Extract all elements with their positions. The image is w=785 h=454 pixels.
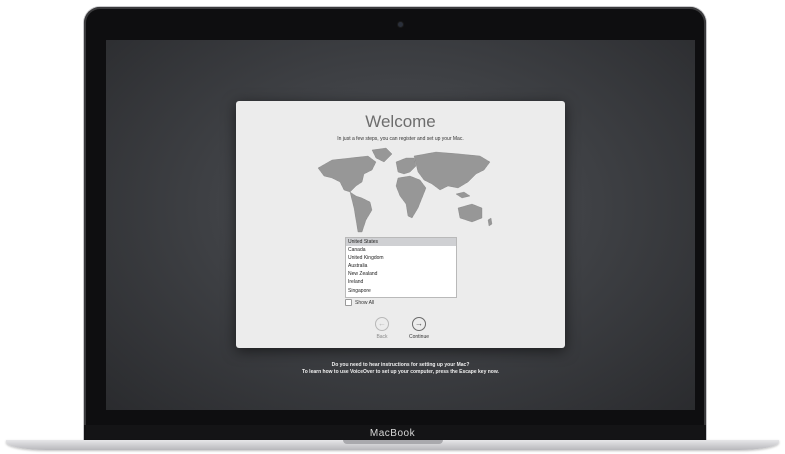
dialog-title: Welcome bbox=[365, 112, 436, 131]
list-item[interactable]: United States bbox=[346, 238, 456, 247]
dialog-subtitle: In just a few steps, you can register an… bbox=[337, 136, 464, 142]
show-all-label: Show All bbox=[355, 299, 375, 306]
list-item[interactable]: United Kingdom bbox=[346, 254, 456, 262]
show-all-option[interactable]: Show All bbox=[345, 299, 374, 306]
voiceover-prompt-line2: To learn how to use VoiceOver to set up … bbox=[302, 369, 499, 375]
back-button[interactable]: ← Back bbox=[364, 317, 400, 340]
lid-notch bbox=[343, 440, 443, 444]
show-all-checkbox[interactable] bbox=[345, 299, 352, 306]
continue-button[interactable]: → Continue bbox=[401, 317, 437, 340]
list-item[interactable]: Singapore bbox=[346, 287, 456, 295]
back-label: Back bbox=[376, 334, 388, 340]
arrow-right-circle-icon[interactable]: → bbox=[412, 317, 426, 331]
list-item[interactable]: New Zealand bbox=[346, 270, 456, 278]
welcome-dialog: Welcome In just a few steps, you can reg… bbox=[236, 101, 565, 348]
list-item[interactable]: Canada bbox=[346, 246, 456, 254]
arrow-left-circle-icon[interactable]: ← bbox=[375, 317, 389, 331]
world-map-icon bbox=[317, 147, 493, 233]
voiceover-prompt-line1: Do you need to hear instructions for set… bbox=[331, 362, 470, 368]
list-item[interactable]: Australia bbox=[346, 262, 456, 270]
screen: Welcome In just a few steps, you can reg… bbox=[106, 40, 695, 410]
brand-label: MacBook bbox=[369, 428, 416, 439]
country-list[interactable]: United States Canada United Kingdom Aust… bbox=[345, 237, 457, 298]
list-item[interactable]: Ireland bbox=[346, 278, 456, 286]
camera-icon bbox=[398, 22, 403, 27]
continue-label: Continue bbox=[408, 334, 429, 340]
